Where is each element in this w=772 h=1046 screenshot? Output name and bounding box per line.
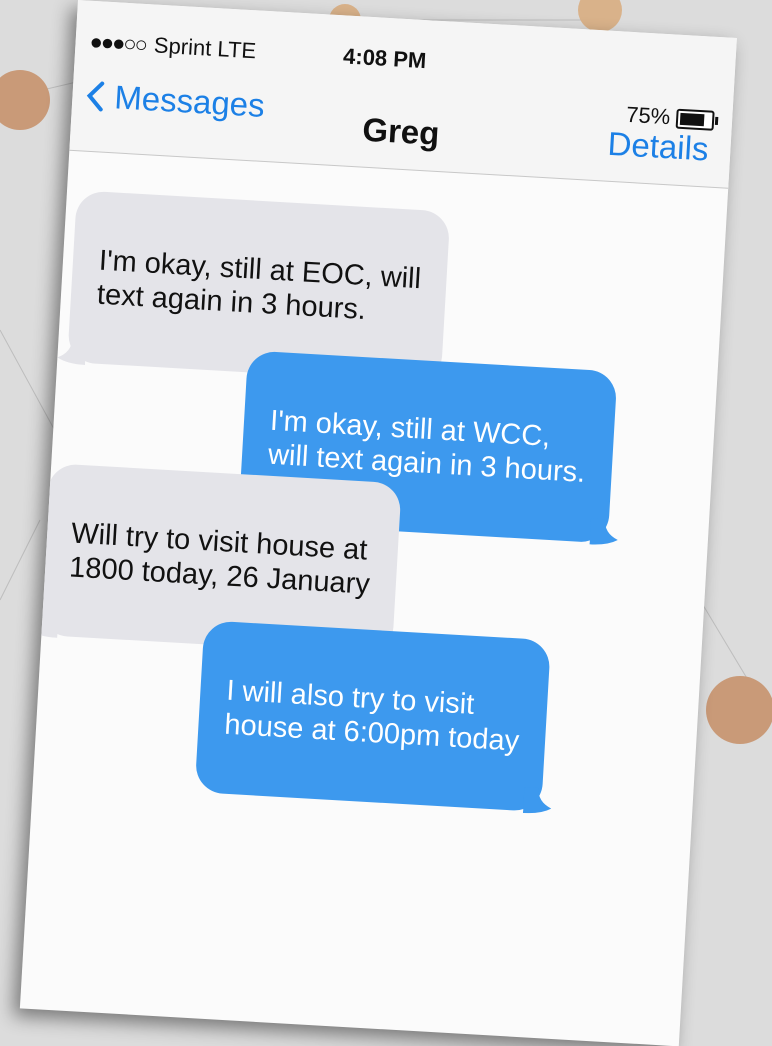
message-text: I'm okay, still at EOC, will text again … <box>96 244 422 327</box>
bubble-tail <box>522 787 552 814</box>
bubble-tail <box>589 518 618 545</box>
message-text: I will also try to visit house at 6:00pm… <box>223 674 521 758</box>
battery-icon <box>675 108 719 131</box>
carrier-label: Sprint LTE <box>153 32 257 64</box>
signal-strength: ●●●○○ Sprint LTE <box>89 29 257 65</box>
signal-dots: ●●●○○ <box>88 28 147 57</box>
details-button[interactable]: Details <box>607 125 710 169</box>
message-text: I'm okay, still at WCC, will text again … <box>267 404 587 489</box>
phone-screen: ●●●○○ Sprint LTE 4:08 PM 75% Messages Gre… <box>19 0 737 1046</box>
bubble-tail <box>57 338 87 366</box>
message-bubble-outgoing[interactable]: I will also try to visit house at 6:00pm… <box>194 620 552 814</box>
message-bubble-incoming[interactable]: I'm okay, still at EOC, will text again … <box>57 190 451 384</box>
message-text: Will try to visit house at 1800 today, 2… <box>68 517 371 601</box>
clock: 4:08 PM <box>342 43 427 74</box>
